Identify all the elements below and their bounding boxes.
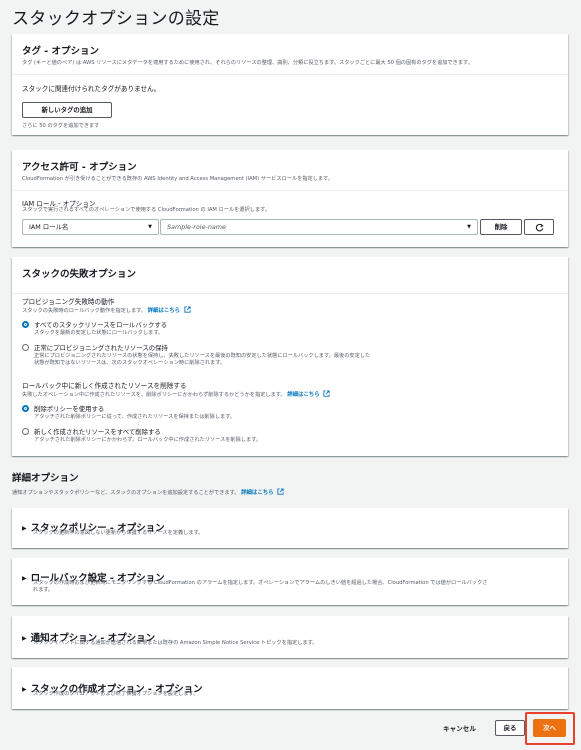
radio-label: 新しく作成されたリソースをすべて削除する: [34, 428, 161, 436]
expander-desc: スタックの更新中の意図しない更新から保護するリソースを定義します。: [33, 530, 204, 536]
role-type-select[interactable]: IAM ロール名 ▼: [22, 219, 159, 235]
failure-title: スタックの失敗オプション: [22, 269, 137, 280]
permissions-title: アクセス許可 - オプション: [22, 162, 137, 173]
expander-desc: スタック作成のタイムアウトおよび終了保護オプションを設定します。: [33, 691, 199, 697]
radio-label: すべてのスタックリソースをロールバックする: [34, 321, 168, 329]
delete-resources-desc: 失敗したオペレーション中に作成されたリソースを、削除ポリシーにかかわらず削除する…: [22, 392, 286, 398]
permissions-panel: アクセス許可 - オプション CloudFormation が引き受けることがで…: [12, 150, 568, 247]
caret-down-icon: ▼: [467, 224, 471, 230]
provisioning-desc: スタックの失敗時のロールバック動作を指定します。: [22, 308, 146, 314]
radio-label: 削除ポリシーを使用する: [34, 405, 105, 413]
radio-rollback-all[interactable]: すべてのスタックリソースをロールバックする スタックを最新の安定した状態にロール…: [22, 320, 167, 337]
highlight-box: [525, 712, 575, 745]
learn-more-link[interactable]: 詳細はこちら: [148, 308, 180, 314]
caret-down-icon: ▼: [148, 224, 152, 230]
external-link-icon: [184, 306, 191, 313]
radio-preserve-resources[interactable]: 正常にプロビジョニングされたリソースの保持 正常にプロビジョニングされたリソース…: [22, 343, 370, 367]
expander-desc: スタックイベントに関する通知が送信される新規または既存の Amazon Simp…: [33, 640, 318, 646]
radio-desc: スタックを最新の安定した状態にロールバックします。: [34, 330, 164, 336]
tags-remaining: さらに 50 のタグを追加できます: [22, 123, 100, 129]
expander-desc: スタックの作成時および更新時にモニタリングする CloudFormation の…: [33, 580, 488, 586]
learn-more-link[interactable]: 詳細はこちら: [287, 392, 319, 398]
permissions-description: CloudFormation が引き受けることができる既存の AWS Ident…: [22, 176, 333, 182]
tags-empty-text: スタックに関連付けられたタグがありません。: [22, 85, 161, 93]
radio-desc: アタッチされた削除ポリシーに従って、作成されたリソースを保持または削除します。: [34, 414, 236, 420]
add-tag-button[interactable]: 新しいタグの追加: [22, 102, 112, 118]
provisioning-label: プロビジョニング失敗時の動作: [22, 298, 115, 306]
tags-title: タグ - オプション: [22, 46, 100, 57]
learn-more-link[interactable]: 詳細はこちら: [241, 490, 273, 496]
caret-right-icon: ▶: [22, 525, 27, 532]
advanced-title: 詳細オプション: [12, 473, 79, 484]
caret-right-icon: ▶: [22, 575, 27, 582]
failure-options-panel: スタックの失敗オプション プロビジョニング失敗時の動作 スタックの失敗時のロール…: [12, 257, 568, 456]
radio-unselected[interactable]: [22, 344, 29, 351]
role-name-placeholder: Sample-role-name: [167, 223, 226, 231]
caret-right-icon: ▶: [22, 635, 27, 642]
advanced-desc: 通知オプションやスタックポリシーなど、スタックのオプションを追加設定することがで…: [12, 490, 240, 496]
tags-description: タグ (キーと値のペア) は AWS リソースにメタデータを適用するために使用さ…: [22, 60, 473, 66]
expander-rollback-config[interactable]: ▶ ロールバック設定 - オプション スタックの作成時および更新時にモニタリングす…: [12, 558, 568, 605]
delete-resources-label: ロールバック中に新しく作成されたリソースを削除する: [22, 382, 187, 390]
role-type-value: IAM ロール名: [29, 223, 69, 231]
radio-label: 正常にプロビジョニングされたリソースの保持: [34, 344, 168, 352]
cancel-button[interactable]: キャンセル: [443, 723, 476, 733]
divider: [12, 74, 568, 75]
radio-desc: アタッチされた削除ポリシーにかかわらず、ロールバック中に作成されたリソースを削除…: [34, 437, 262, 443]
back-button[interactable]: 戻る: [495, 720, 525, 736]
radio-delete-all-new[interactable]: 新しく作成されたリソースをすべて削除する アタッチされた削除ポリシーにかかわらず…: [22, 427, 261, 444]
page-title: スタックオプションの設定: [12, 9, 220, 29]
role-name-select[interactable]: Sample-role-name ▼: [160, 219, 478, 235]
remove-role-button[interactable]: 削除: [480, 219, 522, 235]
divider: [12, 190, 568, 191]
radio-selected[interactable]: [22, 321, 29, 328]
expander-notification[interactable]: ▶ 通知オプション - オプション スタックイベントに関する通知が送信される新規ま…: [12, 616, 568, 658]
iam-role-desc: スタックで実行されるすべてのオペレーションで使用する CloudFormatio…: [22, 207, 270, 213]
refresh-button[interactable]: [524, 219, 554, 235]
expander-stack-policy[interactable]: ▶ スタックポリシー - オプション スタックの更新中の意図しない更新から保護する…: [12, 508, 568, 548]
external-link-icon: [277, 488, 284, 495]
refresh-icon: [535, 223, 544, 232]
expander-creation-options[interactable]: ▶ スタックの作成オプション - オプション スタック作成のタイムアウトおよび終了…: [12, 667, 568, 709]
external-link-icon: [323, 390, 330, 397]
radio-desc: 状態が既知ではないリソースは、次のスタックオペレーション時に削除されます。: [34, 360, 226, 366]
radio-selected[interactable]: [22, 405, 29, 412]
radio-use-deletion-policy[interactable]: 削除ポリシーを使用する アタッチされた削除ポリシーに従って、作成されたリソースを…: [22, 404, 235, 421]
caret-right-icon: ▶: [22, 686, 27, 693]
divider: [12, 293, 568, 294]
expander-desc: れます。: [33, 587, 54, 593]
tags-panel: タグ - オプション タグ (キーと値のペア) は AWS リソースにメタデータ…: [12, 34, 568, 135]
radio-unselected[interactable]: [22, 428, 29, 435]
advanced-section-head: 詳細オプション 通知オプションやスタックポリシーなど、スタックのオプションを追加…: [12, 470, 284, 497]
radio-desc: 正常にプロビジョニングされたリソースの状態を保持し、失敗したリソースを最後の既知…: [34, 353, 371, 359]
